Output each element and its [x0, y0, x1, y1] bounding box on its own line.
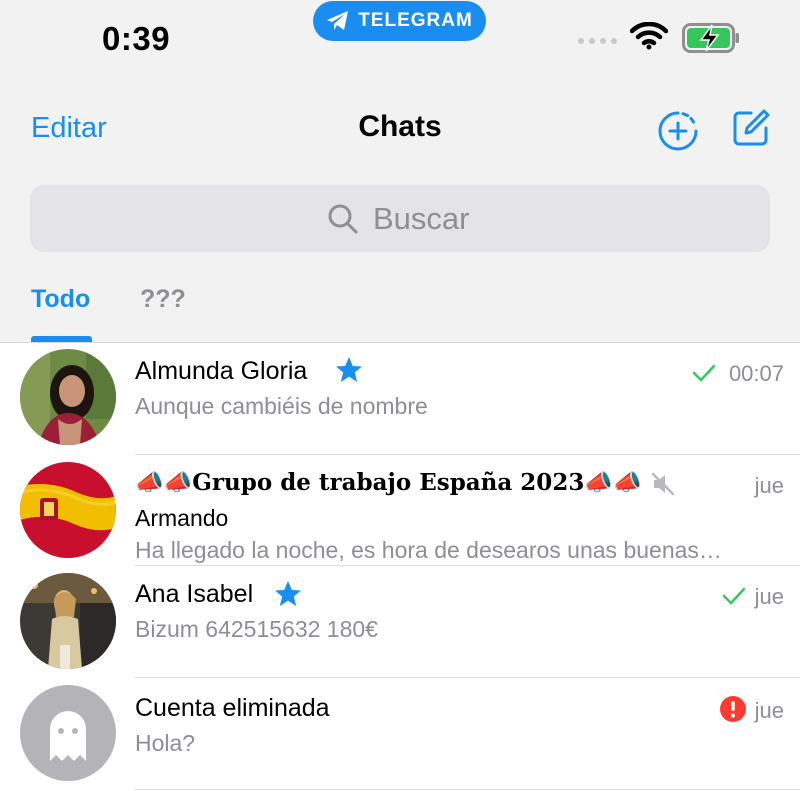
new-story-icon[interactable] [657, 110, 699, 152]
tab-todo[interactable]: Todo [31, 285, 90, 314]
star-icon [275, 581, 301, 606]
divider [135, 789, 800, 790]
chat-time: jue [754, 473, 784, 498]
avatar [20, 685, 116, 781]
chat-name: 📣📣Grupo de trabajo España 2023📣📣 [135, 469, 642, 496]
chat-time: 00:07 [728, 361, 784, 386]
chat-row-ana-isabel[interactable]: Ana Isabel Bizum 642515632 180€ jue [0, 566, 800, 678]
avatar [20, 462, 116, 558]
wifi-icon [630, 22, 668, 50]
muted-speaker-icon [651, 472, 675, 496]
chat-preview: Bizum 642515632 180€ [135, 616, 378, 642]
compose-icon[interactable] [731, 108, 771, 148]
status-time: 0:39 [102, 20, 171, 57]
search-bar[interactable] [30, 185, 770, 252]
cellular-signal-icon [578, 38, 617, 44]
telegram-pill-label: TELEGRAM [358, 10, 473, 31]
chat-name: Cuenta eliminada [135, 694, 330, 722]
read-check-icon [722, 587, 746, 605]
chat-sender: Armando [135, 505, 229, 531]
avatar [20, 349, 116, 445]
chat-preview: Ha llegado la noche, es hora de desearos… [135, 537, 722, 563]
chat-time: jue [754, 584, 784, 609]
telegram-plane-icon [327, 11, 349, 30]
avatar [20, 573, 116, 669]
search-icon [328, 204, 358, 233]
tab-folder[interactable]: ??? [140, 285, 186, 314]
deleted-account-ghost-icon [50, 711, 86, 761]
battery-charging-icon [682, 23, 739, 53]
chat-preview: Hola? [135, 730, 196, 756]
search-input[interactable] [373, 200, 473, 237]
chat-row-almunda-gloria[interactable]: Almunda Gloria Aunque cambiéis de nombre… [0, 343, 800, 455]
chat-preview: Aunque cambiéis de nombre [135, 393, 428, 419]
chat-name: Ana Isabel [135, 580, 254, 608]
chat-name: Almunda Gloria [135, 357, 308, 385]
error-alert-icon [720, 696, 746, 722]
star-icon [336, 357, 362, 382]
chat-time: jue [754, 698, 784, 723]
chat-row-cuenta-eliminada[interactable]: Cuenta eliminada Hola? jue [0, 678, 800, 791]
chat-row-grupo-trabajo[interactable]: 📣📣Grupo de trabajo España 2023📣📣 jue Arm… [0, 455, 800, 566]
telegram-pill[interactable]: TELEGRAM [313, 1, 486, 41]
read-check-icon [692, 364, 716, 382]
